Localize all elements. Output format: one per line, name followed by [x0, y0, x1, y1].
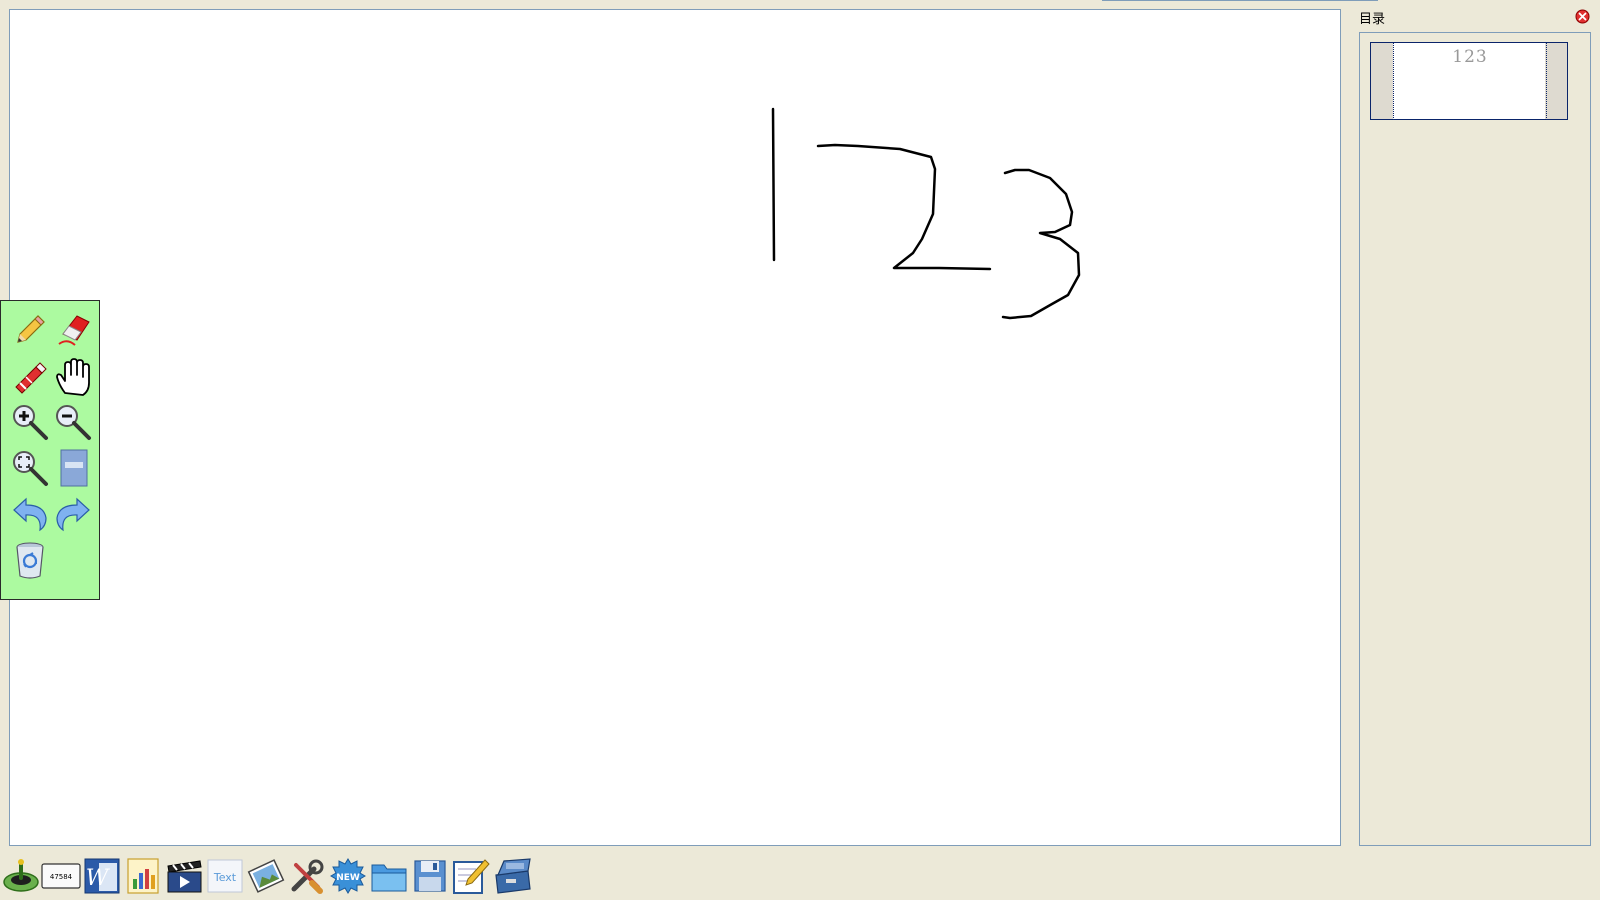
close-sidebar-button[interactable] [1575, 9, 1590, 24]
word-icon: W [84, 858, 120, 894]
whiteboard-canvas[interactable] [9, 9, 1341, 846]
new-badge-icon: NEW [330, 858, 366, 894]
image-icon [247, 859, 285, 893]
text-button[interactable]: Text [205, 856, 245, 896]
toolbox-icon [495, 858, 531, 894]
zoom-fit-tool[interactable] [9, 447, 51, 489]
sidebar-title: 目录 [1359, 12, 1386, 27]
eraser-tool[interactable] [52, 309, 94, 351]
text-icon: Text [207, 859, 243, 893]
keyboard-icon: 47584 [41, 863, 81, 889]
hand-pan-tool[interactable] [52, 356, 94, 398]
pencil-icon [17, 315, 45, 343]
close-icon [1575, 9, 1590, 24]
highlighter-tool[interactable] [9, 356, 51, 398]
video-button[interactable] [164, 856, 204, 896]
word-label: W [86, 866, 111, 891]
zoom-in-icon [13, 405, 48, 440]
zoom-fit-icon [13, 451, 48, 486]
pencil-tool[interactable] [9, 309, 51, 351]
highlighter-icon [15, 362, 47, 394]
redo-icon [56, 497, 90, 532]
hand-pan-icon [56, 358, 90, 396]
folder-button[interactable] [369, 856, 409, 896]
edit-button[interactable] [451, 856, 491, 896]
ink-drawing [771, 107, 1081, 320]
toolbox-button[interactable] [492, 856, 532, 896]
undo-icon [13, 497, 47, 532]
ink-stroke-1 [771, 107, 776, 262]
ink-stroke-2 [816, 143, 992, 271]
recycle-bin-icon [16, 542, 44, 579]
clear-all-button[interactable] [9, 539, 51, 581]
edit-icon [453, 859, 490, 894]
word-button[interactable]: W [82, 856, 122, 896]
tools-icon [291, 859, 324, 894]
zoom-out-tool[interactable] [52, 401, 94, 443]
eraser-icon [58, 315, 90, 346]
keyboard-label: 47584 [50, 873, 73, 881]
page-directory-panel [1359, 32, 1591, 846]
keyboard-button[interactable]: 47584 [41, 856, 81, 896]
save-button[interactable] [410, 856, 450, 896]
page-thumbnail[interactable]: 123 [1370, 42, 1568, 120]
chart-icon [127, 858, 159, 894]
top-input-field[interactable] [1102, 0, 1378, 1]
zoom-out-icon [56, 405, 91, 440]
folder-icon [371, 864, 407, 892]
undo-button[interactable] [9, 493, 51, 535]
page-icon [60, 449, 88, 487]
save-icon [414, 860, 446, 892]
chart-button[interactable] [123, 856, 163, 896]
thumbnail-preview-text: 123 [1452, 47, 1488, 67]
thumbnail-page: 123 [1393, 43, 1547, 120]
drawing-toolbox [0, 300, 100, 600]
start-icon [3, 859, 39, 892]
tools-button[interactable] [287, 856, 327, 896]
new-button[interactable]: NEW [328, 856, 368, 896]
ink-stroke-3 [1001, 168, 1081, 320]
video-icon [167, 860, 202, 893]
zoom-in-tool[interactable] [9, 401, 51, 443]
start-button[interactable] [1, 856, 41, 896]
new-label: NEW [336, 873, 360, 883]
page-tool[interactable] [52, 447, 94, 489]
redo-button[interactable] [52, 493, 94, 535]
text-label: Text [213, 871, 237, 884]
image-button[interactable] [246, 856, 286, 896]
